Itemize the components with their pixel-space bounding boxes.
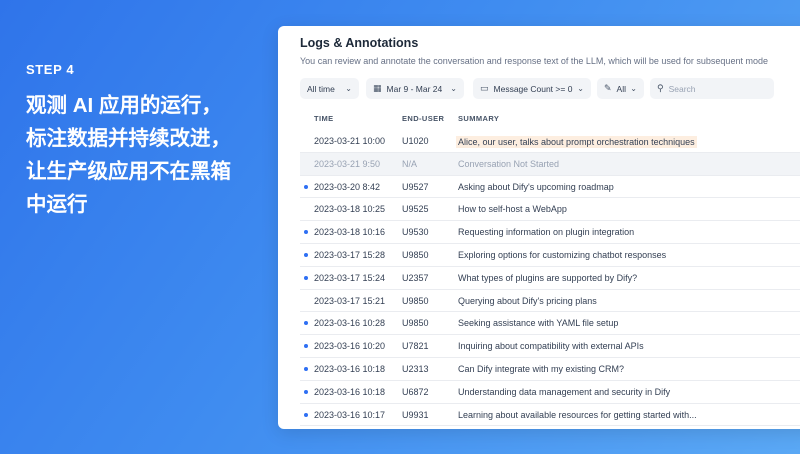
- chevron-down-icon: ⌄: [450, 84, 457, 93]
- unread-dot-icon: [304, 230, 308, 235]
- row-end-user: U9530: [402, 227, 429, 238]
- row-time: 2023-03-18 10:16: [314, 227, 386, 238]
- row-end-user: N/A: [402, 158, 418, 169]
- row-end-user: U2357: [402, 272, 429, 283]
- row-summary: How to self-host a WebApp: [458, 204, 567, 215]
- row-end-user: U9850: [402, 318, 429, 329]
- row-summary: What types of plugins are supported by D…: [458, 272, 638, 283]
- table-row[interactable]: 2023-03-16 10:18 U6872 Understanding data …: [300, 381, 800, 404]
- table-row[interactable]: 2023-03-21 10:00 U1020 Alice, our user, ta…: [300, 130, 800, 153]
- table-row[interactable]: 2023-03-17 15:24 U2357 What types of plugi…: [300, 267, 800, 290]
- row-end-user: U7821: [402, 341, 429, 352]
- headline-line: 让生产级应用不在黑箱: [26, 160, 231, 183]
- row-summary: Conversation Not Started: [458, 158, 560, 169]
- unread-dot-icon: [304, 184, 308, 189]
- row-summary: Exploring options for customizing chatbo…: [458, 249, 667, 260]
- unread-dot-icon: [304, 412, 308, 417]
- unread-dot-icon: [304, 321, 308, 326]
- unread-dot-icon: [304, 389, 308, 394]
- headline-line: 中运行: [26, 193, 88, 216]
- row-end-user: U9527: [402, 181, 429, 192]
- log-table: 2023-03-21 10:00 U1020 Alice, our user, ta…: [300, 130, 800, 427]
- table-header: TIME END-USER SUMMARY: [278, 111, 800, 127]
- period-select[interactable]: All time ⌄: [300, 78, 359, 99]
- table-row[interactable]: 2023-03-17 15:21 U9850 Querying about Dify…: [300, 290, 800, 313]
- row-end-user: U1020: [402, 136, 429, 146]
- search-icon: ⚲: [657, 83, 664, 93]
- row-summary: Understanding data management and securi…: [458, 386, 671, 397]
- row-end-user: U9850: [402, 249, 429, 260]
- row-end-user: U9931: [402, 409, 429, 420]
- unread-dot-icon: [304, 366, 308, 371]
- row-summary: Seeking assistance with YAML file setup: [458, 318, 619, 329]
- message-count-label: Message Count >= 0: [493, 83, 573, 94]
- headline-line: 标注数据并持续改进，: [26, 127, 231, 150]
- search-placeholder: Search: [668, 83, 696, 94]
- logs-window: Logs & Annotations You can review and an…: [278, 26, 800, 429]
- row-time: 2023-03-18 10:25: [314, 204, 386, 215]
- unread-dot-icon: [304, 275, 308, 280]
- calendar-icon: ▦: [373, 83, 382, 93]
- row-time: 2023-03-17 15:21: [314, 295, 386, 306]
- row-time: 2023-03-16 10:18: [314, 386, 386, 397]
- row-time: 2023-03-21 9:50: [314, 158, 381, 169]
- step-label: STEP 4: [26, 62, 75, 77]
- row-time: 2023-03-17 15:28: [314, 249, 386, 260]
- table-row[interactable]: 2023-03-21 9:50 N/A Conversation Not Start…: [300, 152, 800, 176]
- row-summary: Querying about Dify's pricing plans: [458, 295, 597, 306]
- promo-headline: 观测 AI 应用的运行， 标注数据并持续改进， 让生产级应用不在黑箱 中运行: [26, 89, 266, 221]
- row-time: 2023-03-17 15:24: [314, 272, 386, 283]
- column-header-time: TIME: [314, 114, 334, 123]
- row-summary: Requesting information on plugin integra…: [458, 227, 635, 238]
- search-input[interactable]: ⚲ Search: [650, 78, 774, 99]
- message-count-select[interactable]: ▭ Message Count >= 0 ⌄: [473, 78, 591, 99]
- chevron-down-icon: ⌄: [345, 84, 352, 93]
- annotation-label: All: [616, 83, 626, 94]
- row-time: 2023-03-21 10:00: [314, 136, 386, 146]
- period-select-label: All time: [307, 83, 335, 94]
- table-row[interactable]: 2023-03-18 10:25 U9525 How to self-host a …: [300, 198, 800, 222]
- row-end-user: U6872: [402, 386, 429, 397]
- row-time: 2023-03-16 10:18: [314, 363, 386, 374]
- chevron-down-icon: ⌄: [577, 84, 584, 93]
- page-title: Logs & Annotations: [300, 36, 419, 50]
- row-summary: Alice, our user, talks about prompt orch…: [456, 136, 697, 148]
- chevron-down-icon: ⌄: [630, 84, 637, 93]
- table-row[interactable]: 2023-03-16 10:17 U9931 Learning about avai…: [300, 404, 800, 427]
- unread-dot-icon: [304, 252, 308, 257]
- column-header-summary: SUMMARY: [458, 114, 500, 123]
- page-description: You can review and annotate the conversa…: [300, 56, 768, 66]
- row-end-user: U9850: [402, 295, 429, 306]
- promo-panel: STEP 4 观测 AI 应用的运行， 标注数据并持续改进， 让生产级应用不在黑…: [26, 62, 266, 221]
- row-end-user: U9525: [402, 204, 429, 215]
- date-range-label: Mar 9 - Mar 24: [386, 83, 443, 94]
- table-row[interactable]: 2023-03-17 15:28 U9850 Exploring options f…: [300, 244, 800, 267]
- row-summary: Asking about Dify's upcoming roadmap: [458, 181, 614, 192]
- table-row[interactable]: 2023-03-20 8:42 U9527 Asking about Dify's …: [300, 176, 800, 199]
- row-time: 2023-03-16 10:17: [314, 409, 386, 420]
- table-row[interactable]: 2023-03-16 10:28 U9850 Seeking assistance …: [300, 312, 800, 336]
- column-header-end-user: END-USER: [402, 114, 445, 123]
- table-row[interactable]: 2023-03-18 10:16 U9530 Requesting informat…: [300, 221, 800, 244]
- row-time: 2023-03-16 10:28: [314, 318, 386, 329]
- table-row[interactable]: 2023-03-16 10:18 U2313 Can Dify integrate …: [300, 358, 800, 381]
- row-time: 2023-03-16 10:20: [314, 341, 386, 352]
- row-summary: Learning about available resources for g…: [458, 409, 697, 420]
- table-row[interactable]: 2023-03-16 10:20 U7821 Inquiring about com…: [300, 335, 800, 358]
- row-time: 2023-03-20 8:42: [314, 181, 381, 192]
- row-summary: Can Dify integrate with my existing CRM?: [458, 363, 625, 374]
- pen-icon: ✎: [604, 83, 612, 93]
- annotation-select[interactable]: ✎ All ⌄: [597, 78, 644, 99]
- message-icon: ▭: [480, 83, 489, 93]
- unread-dot-icon: [304, 344, 308, 349]
- date-range-select[interactable]: ▦ Mar 9 - Mar 24 ⌄: [366, 78, 464, 99]
- headline-line: 观测 AI 应用的运行，: [26, 94, 222, 117]
- row-end-user: U2313: [402, 363, 429, 374]
- row-summary: Inquiring about compatibility with exter…: [458, 341, 644, 352]
